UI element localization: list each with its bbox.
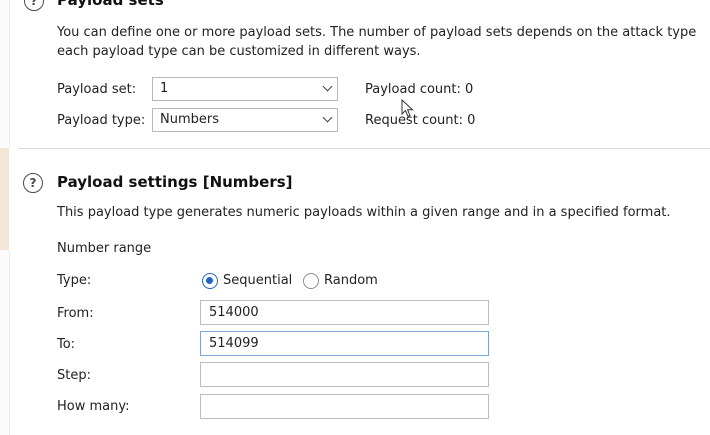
chevron-down-icon xyxy=(322,81,333,92)
from-value: 514000 xyxy=(209,305,259,320)
payload-set-select[interactable]: 1 xyxy=(152,77,338,101)
left-panel-edge-highlight xyxy=(0,148,9,250)
from-field[interactable]: 514000 xyxy=(200,300,489,325)
number-range-label: Number range xyxy=(57,241,152,256)
payload-settings-title: Payload settings [Numbers] xyxy=(57,173,293,191)
payload-settings-description: This payload type generates numeric payl… xyxy=(57,205,671,220)
how-many-field[interactable] xyxy=(200,394,489,419)
sequential-radio[interactable] xyxy=(202,273,218,289)
help-icon[interactable]: ? xyxy=(23,173,43,193)
help-icon[interactable]: ? xyxy=(24,0,44,11)
request-count: Request count: 0 xyxy=(365,113,476,128)
random-radio[interactable] xyxy=(303,273,319,289)
payload-sets-description-2: each payload type can be customized in d… xyxy=(57,44,421,59)
to-field[interactable]: 514099 xyxy=(200,331,489,356)
payload-sets-description-1: You can define one or more payload sets.… xyxy=(57,25,697,40)
payload-type-value: Numbers xyxy=(160,112,219,127)
from-label: From: xyxy=(57,306,94,321)
payload-set-value: 1 xyxy=(160,81,169,96)
section-divider xyxy=(18,148,710,149)
payload-count: Payload count: 0 xyxy=(365,82,474,97)
step-label: Step: xyxy=(57,368,91,383)
sequential-label[interactable]: Sequential xyxy=(223,273,292,288)
left-panel-edge-lower xyxy=(0,250,10,435)
to-value: 514099 xyxy=(209,336,259,351)
left-panel-edge xyxy=(0,0,10,148)
payload-sets-title: Payload sets xyxy=(57,0,164,9)
payload-set-label: Payload set: xyxy=(57,82,137,97)
how-many-label: How many: xyxy=(57,399,130,414)
chevron-down-icon xyxy=(322,112,333,123)
type-label: Type: xyxy=(57,273,92,288)
payload-type-label: Payload type: xyxy=(57,113,146,128)
random-label[interactable]: Random xyxy=(324,273,378,288)
to-label: To: xyxy=(57,337,76,352)
mouse-cursor-icon xyxy=(401,99,414,118)
step-field[interactable] xyxy=(200,362,489,387)
payload-type-select[interactable]: Numbers xyxy=(152,108,338,132)
